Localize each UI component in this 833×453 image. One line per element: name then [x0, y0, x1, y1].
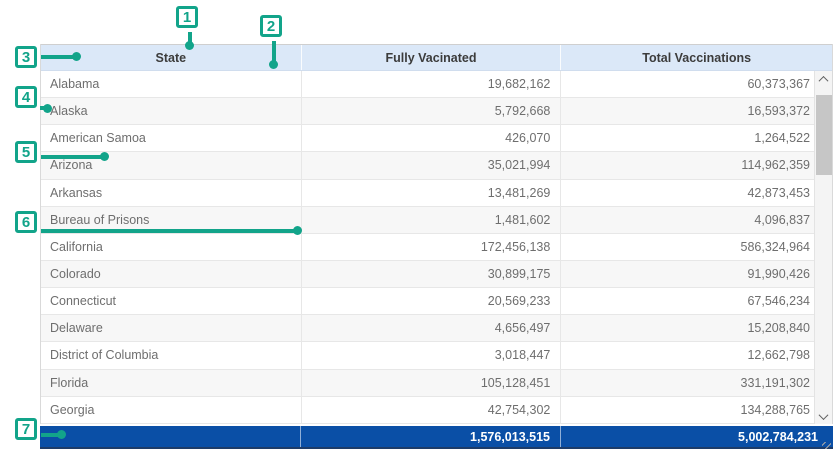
callout-connector: [41, 155, 105, 159]
cell-total-vaccinations[interactable]: 15,208,840: [561, 315, 832, 341]
cell-state[interactable]: Delaware: [41, 315, 302, 341]
vertical-scrollbar[interactable]: [814, 71, 832, 424]
callout-connector: [41, 229, 298, 233]
cell-total-vaccinations[interactable]: 67,546,234: [561, 288, 832, 314]
cell-state[interactable]: District of Columbia: [41, 342, 302, 368]
cell-fully-vacinated[interactable]: 1,481,602: [302, 207, 562, 233]
cell-state[interactable]: Arkansas: [41, 180, 302, 206]
table-row[interactable]: Connecticut20,569,23367,546,234: [41, 288, 832, 315]
table-row[interactable]: Georgia42,754,302134,288,765: [41, 397, 832, 424]
cell-fully-vacinated[interactable]: 19,682,162: [302, 71, 562, 97]
table-grid: State Fully Vacinated Total Vaccinations…: [40, 44, 833, 424]
summary-cell-total-vaccinations: 5,002,784,231: [561, 426, 832, 447]
callout-number-box: 7: [15, 418, 37, 440]
resize-grip-icon[interactable]: [822, 442, 831, 449]
cell-state[interactable]: California: [41, 234, 302, 260]
cell-fully-vacinated[interactable]: 30,899,175: [302, 261, 562, 287]
cell-fully-vacinated[interactable]: 3,018,447: [302, 342, 562, 368]
column-header-total-vaccinations[interactable]: Total Vaccinations: [561, 45, 832, 70]
summary-cell-fully-vacinated: 1,576,013,515: [301, 426, 561, 447]
cell-total-vaccinations[interactable]: 331,191,302: [561, 370, 832, 396]
callout-number-box: 2: [260, 15, 282, 37]
cell-fully-vacinated[interactable]: 13,481,269: [302, 180, 562, 206]
cell-fully-vacinated[interactable]: 20,569,233: [302, 288, 562, 314]
callout-number: 4: [22, 90, 30, 105]
callout-dot: [269, 60, 278, 69]
callout-number-box: 6: [15, 211, 37, 233]
table-row[interactable]: Florida105,128,451331,191,302: [41, 370, 832, 397]
table-row[interactable]: American Samoa426,0701,264,522: [41, 125, 832, 152]
table-body: Alabama19,682,16260,373,367Alaska5,792,6…: [41, 71, 832, 424]
table-row[interactable]: District of Columbia3,018,44712,662,798: [41, 342, 832, 369]
table-row[interactable]: Arizona35,021,994114,962,359: [41, 152, 832, 179]
cell-fully-vacinated[interactable]: 105,128,451: [302, 370, 562, 396]
cell-total-vaccinations[interactable]: 12,662,798: [561, 342, 832, 368]
column-header-fully-vacinated[interactable]: Fully Vacinated: [302, 45, 562, 70]
callout-number: 1: [183, 10, 191, 25]
callout-number: 3: [22, 50, 30, 65]
summary-cell-state: [40, 426, 301, 447]
cell-total-vaccinations[interactable]: 586,324,964: [561, 234, 832, 260]
scrollbar-thumb[interactable]: [816, 95, 832, 175]
cell-state[interactable]: Connecticut: [41, 288, 302, 314]
cell-total-vaccinations[interactable]: 4,096,837: [561, 207, 832, 233]
callout-number-box: 5: [15, 141, 37, 163]
callout-number-box: 1: [176, 6, 198, 28]
table-row[interactable]: Colorado30,899,17591,990,426: [41, 261, 832, 288]
callout-number: 6: [22, 215, 30, 230]
scroll-down-icon: [819, 410, 829, 420]
callout-dot: [100, 152, 109, 161]
cell-total-vaccinations[interactable]: 60,373,367: [561, 71, 832, 97]
table-row[interactable]: Alaska5,792,66816,593,372: [41, 98, 832, 125]
cell-state[interactable]: Alaska: [41, 98, 302, 124]
table-row[interactable]: Arkansas13,481,26942,873,453: [41, 180, 832, 207]
cell-fully-vacinated[interactable]: 426,070: [302, 125, 562, 151]
scroll-down-button[interactable]: [815, 408, 832, 424]
table-row[interactable]: California172,456,138586,324,964: [41, 234, 832, 261]
cell-total-vaccinations[interactable]: 16,593,372: [561, 98, 832, 124]
cell-fully-vacinated[interactable]: 35,021,994: [302, 152, 562, 178]
cell-fully-vacinated[interactable]: 5,792,668: [302, 98, 562, 124]
callout-dot: [293, 226, 302, 235]
cell-total-vaccinations[interactable]: 1,264,522: [561, 125, 832, 151]
callout-number-box: 4: [15, 86, 37, 108]
attribute-table: State Fully Vacinated Total Vaccinations…: [40, 44, 833, 449]
summary-row: 1,576,013,515 5,002,784,231: [40, 426, 833, 449]
cell-total-vaccinations[interactable]: 91,990,426: [561, 261, 832, 287]
callout-dot: [57, 430, 66, 439]
callout-dot: [72, 52, 81, 61]
callout-number: 5: [22, 145, 30, 160]
table-row[interactable]: Alabama19,682,16260,373,367: [41, 71, 832, 98]
scroll-up-icon: [819, 75, 829, 85]
cell-fully-vacinated[interactable]: 172,456,138: [302, 234, 562, 260]
cell-total-vaccinations[interactable]: 114,962,359: [561, 152, 832, 178]
cell-state[interactable]: Colorado: [41, 261, 302, 287]
callout-dot: [185, 41, 194, 50]
cell-state[interactable]: Florida: [41, 370, 302, 396]
callout-number-box: 3: [15, 46, 37, 68]
table-header-row: State Fully Vacinated Total Vaccinations: [41, 44, 832, 71]
cell-total-vaccinations[interactable]: 134,288,765: [561, 397, 832, 423]
callout-dot: [43, 104, 52, 113]
cell-fully-vacinated[interactable]: 4,656,497: [302, 315, 562, 341]
screenshot-root: State Fully Vacinated Total Vaccinations…: [0, 0, 833, 453]
callout-number: 2: [267, 19, 275, 34]
cell-state[interactable]: American Samoa: [41, 125, 302, 151]
cell-fully-vacinated[interactable]: 42,754,302: [302, 397, 562, 423]
table-row[interactable]: Delaware4,656,49715,208,840: [41, 315, 832, 342]
callout-number: 7: [22, 422, 30, 437]
cell-state[interactable]: Alabama: [41, 71, 302, 97]
cell-total-vaccinations[interactable]: 42,873,453: [561, 180, 832, 206]
scroll-up-button[interactable]: [815, 71, 832, 87]
cell-state[interactable]: Georgia: [41, 397, 302, 423]
